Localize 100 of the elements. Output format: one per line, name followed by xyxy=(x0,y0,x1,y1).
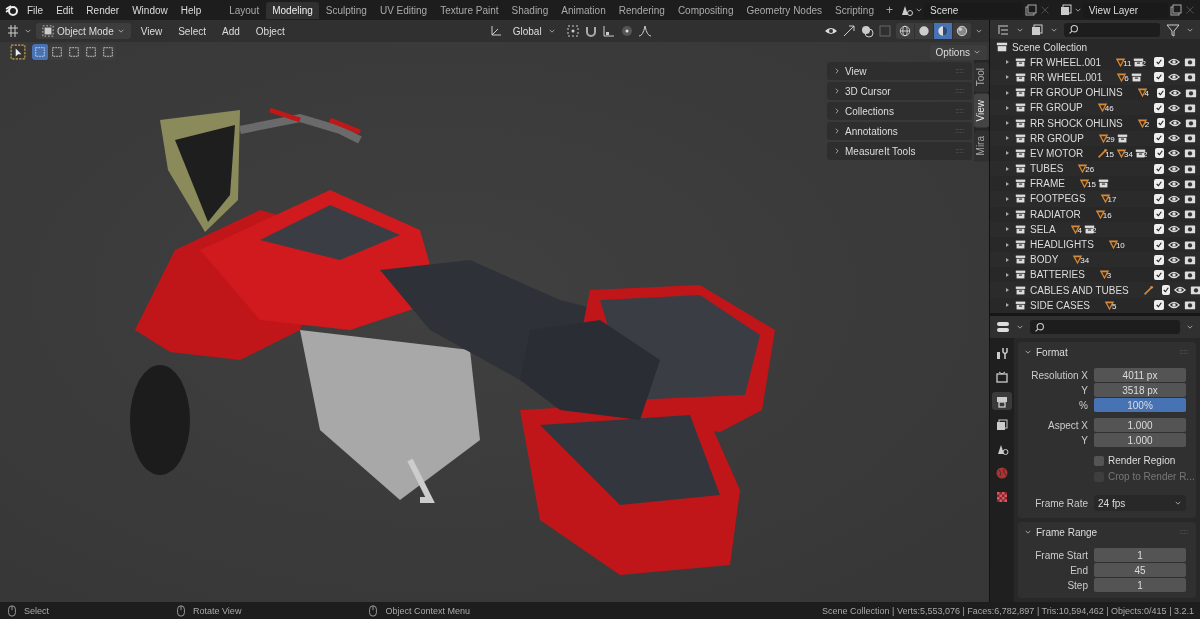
sidebar-panel[interactable]: Annotations xyxy=(827,122,972,140)
mode-dropdown[interactable]: Object Mode xyxy=(36,23,131,39)
status-hint: Select xyxy=(24,605,49,616)
workspace-tab[interactable]: Sculpting xyxy=(319,1,373,19)
field-label: Resolution X xyxy=(1030,369,1089,381)
workspace-tab[interactable]: Compositing xyxy=(671,1,740,19)
tree-item[interactable]: SELA xyxy=(1030,223,1056,235)
selection-mode-button[interactable] xyxy=(49,44,65,60)
tree-item[interactable]: FR GROUP OHLINS xyxy=(1030,87,1123,99)
menu-item[interactable]: Render xyxy=(80,2,126,18)
tree-item[interactable]: BODY xyxy=(1030,254,1059,266)
workspace-tab[interactable]: Texture Paint xyxy=(434,1,505,19)
exclude-checkbox[interactable] xyxy=(1154,254,1164,265)
exclude-checkbox[interactable] xyxy=(1154,300,1164,311)
tree-item[interactable]: CABLES AND TUBES xyxy=(1030,284,1129,296)
exclude-checkbox[interactable] xyxy=(1161,285,1170,296)
sidebar-panel[interactable]: View xyxy=(827,62,972,80)
menu-item[interactable]: View xyxy=(134,23,169,39)
collection-box-icon xyxy=(1015,178,1026,190)
sidebar-panel[interactable]: 3D Cursor xyxy=(827,82,972,100)
sidebar-panel[interactable]: Collections xyxy=(827,102,972,120)
exclude-checkbox[interactable] xyxy=(1154,224,1164,235)
properties-tab[interactable] xyxy=(992,392,1012,410)
workspace-tab[interactable]: UV Editing xyxy=(373,1,434,19)
exclude-checkbox[interactable] xyxy=(1154,57,1164,68)
exclude-checkbox[interactable] xyxy=(1154,209,1164,220)
workspace-tab[interactable]: Layout xyxy=(223,1,266,19)
menu-item[interactable]: File xyxy=(21,2,50,18)
child-count: 11 xyxy=(1123,58,1132,68)
number-field[interactable]: 45 xyxy=(1094,563,1186,577)
add-workspace-button[interactable]: + xyxy=(880,1,898,19)
tree-item[interactable]: Scene Collection xyxy=(1012,41,1088,53)
selection-mode-button[interactable] xyxy=(32,44,48,60)
tree-item[interactable]: RR GROUP xyxy=(1030,132,1084,144)
sidebar-tab[interactable]: View xyxy=(974,94,989,128)
number-field[interactable]: 3518 px xyxy=(1094,383,1186,397)
search-field[interactable] xyxy=(1064,22,1160,37)
panel-header[interactable]: Format xyxy=(1018,342,1196,362)
tree-item[interactable]: FR GROUP xyxy=(1030,102,1083,114)
menu-item[interactable]: Window xyxy=(126,2,174,18)
shading-mode-button[interactable] xyxy=(953,23,971,39)
tree-item[interactable]: TUBES xyxy=(1030,163,1064,175)
number-field[interactable]: 1 xyxy=(1094,548,1186,562)
view-layer-field[interactable]: View Layer xyxy=(1082,2,1168,18)
exclude-checkbox[interactable] xyxy=(1154,133,1164,144)
field-label: Y xyxy=(1080,384,1089,396)
selection-mode-button[interactable] xyxy=(83,44,99,60)
sidebar-panel[interactable]: MeasureIt Tools xyxy=(827,142,972,160)
options-button[interactable]: Options xyxy=(929,44,987,60)
field-label: Frame Rate xyxy=(1034,497,1089,509)
percentage-slider[interactable]: 100% xyxy=(1094,398,1186,412)
tree-item[interactable]: HEADLIGHTS xyxy=(1030,239,1094,250)
exclude-checkbox[interactable] xyxy=(1154,102,1164,113)
menu-item[interactable]: Help xyxy=(174,2,208,18)
menu-item[interactable]: Select xyxy=(172,23,212,39)
exclude-checkbox[interactable] xyxy=(1155,148,1164,159)
orientation-dropdown[interactable]: Global xyxy=(506,23,562,39)
tree-item[interactable]: SIDE CASES xyxy=(1030,299,1091,311)
exclude-checkbox[interactable] xyxy=(1154,163,1164,174)
exclude-checkbox[interactable] xyxy=(1154,72,1164,83)
workspace-tab[interactable]: Shading xyxy=(505,1,555,19)
exclude-checkbox[interactable] xyxy=(1154,239,1164,250)
shading-mode-button[interactable] xyxy=(915,23,933,39)
workspace-tab[interactable]: Rendering xyxy=(612,1,671,19)
selection-mode-button[interactable] xyxy=(66,44,82,60)
number-field[interactable]: 1.000 xyxy=(1094,418,1186,432)
tree-item[interactable]: RR WHEEL.001 xyxy=(1030,71,1103,83)
exclude-checkbox[interactable] xyxy=(1157,118,1166,128)
scene-field[interactable]: Scene xyxy=(924,2,1023,18)
search-field[interactable] xyxy=(1030,320,1180,334)
exclude-checkbox[interactable] xyxy=(1154,269,1164,280)
sidebar-tab[interactable]: Tool xyxy=(974,62,989,93)
tree-item[interactable]: FRAME xyxy=(1030,178,1065,190)
checkbox[interactable] xyxy=(1094,455,1104,466)
workspace-tab[interactable]: Animation xyxy=(555,1,612,19)
shading-mode-button[interactable] xyxy=(934,23,952,39)
tree-item[interactable]: RADIATOR xyxy=(1030,208,1081,220)
sidebar-tab[interactable]: Mira xyxy=(974,129,989,162)
tree-item[interactable]: FOOTPEGS xyxy=(1030,193,1086,205)
exclude-checkbox[interactable] xyxy=(1154,178,1164,189)
number-field[interactable]: 4011 px xyxy=(1094,368,1186,382)
exclude-checkbox[interactable] xyxy=(1157,87,1166,98)
panel-header[interactable]: Frame Range xyxy=(1018,522,1196,542)
menu-item[interactable]: Object xyxy=(249,23,291,39)
menu-item[interactable]: Add xyxy=(216,23,246,39)
shading-mode-button[interactable] xyxy=(896,23,914,39)
selection-mode-button[interactable] xyxy=(100,44,116,60)
tree-item[interactable]: FR WHEEL.001 xyxy=(1030,56,1102,68)
frame-rate-dropdown[interactable]: 24 fps xyxy=(1094,495,1186,511)
number-field[interactable]: 1.000 xyxy=(1094,433,1186,447)
workspace-tab[interactable]: Scripting xyxy=(829,1,880,19)
workspace-tab[interactable]: Modeling xyxy=(266,1,319,19)
exclude-checkbox[interactable] xyxy=(1154,193,1164,204)
menu-item[interactable]: Edit xyxy=(50,2,80,18)
child-count: 15 xyxy=(1087,180,1096,190)
number-field[interactable]: 1 xyxy=(1094,578,1186,592)
tree-item[interactable]: RR SHOCK OHLINS xyxy=(1030,117,1123,129)
tree-item[interactable]: EV MOTOR xyxy=(1030,147,1084,159)
tree-item[interactable]: BATTERIES xyxy=(1030,269,1085,281)
workspace-tab[interactable]: Geometry Nodes xyxy=(740,1,829,19)
